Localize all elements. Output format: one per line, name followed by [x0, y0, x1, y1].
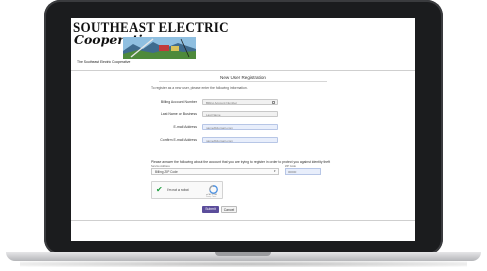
laptop-frame: SOUTHEAST ELECTRIC Cooperative The South… [44, 0, 443, 255]
chevron-down-icon: ▾ [274, 169, 276, 173]
laptop-screen: SOUTHEAST ELECTRIC Cooperative The South… [71, 18, 415, 241]
last-name-input[interactable]: Last Name [202, 111, 278, 117]
field-label-account-number: Billing Account Number [160, 100, 197, 104]
footer-divider [71, 220, 415, 221]
cooperative-logo: SOUTHEAST ELECTRIC Cooperative The South… [73, 20, 229, 68]
intro-text: To register as a new user, please enter … [151, 86, 248, 90]
field-label-email: E-mail Address [173, 125, 197, 129]
header-divider [71, 70, 415, 71]
account-number-input[interactable]: Billing Account Number [202, 99, 278, 105]
field-label-confirm-email: Confirm E-mail Address [160, 138, 197, 142]
cancel-button[interactable]: Cancel [221, 206, 237, 213]
recaptcha-label: I'm not a robot [167, 188, 189, 192]
recaptcha-links[interactable]: Privacy - Terms [206, 197, 216, 198]
info-icon[interactable] [272, 100, 275, 104]
landscape-illustration [123, 37, 196, 59]
laptop-base-notch [215, 252, 271, 256]
logo-tagline: The Southeast Electric Cooperative [77, 60, 131, 64]
field-label-last-name: Last Name or Business [160, 112, 197, 116]
laptop-shadow [20, 261, 467, 267]
recaptcha-logo-icon [209, 185, 218, 194]
email-input[interactable]: name@domain.com [202, 124, 278, 130]
page-title: New User Registration [220, 75, 266, 80]
checkmark-icon[interactable]: ✔ [156, 186, 164, 194]
submit-button[interactable]: Submit [202, 206, 219, 213]
confirm-email-input[interactable]: name@domain.com [202, 137, 278, 143]
verification-select[interactable]: Billing ZIP Code [151, 168, 279, 175]
recaptcha-widget[interactable]: ✔ I'm not a robot reCAPTCHA Privacy - Te… [151, 181, 223, 199]
zip-code-input[interactable]: 00000 [285, 168, 321, 175]
title-divider [159, 81, 327, 82]
identity-question: Please answer the following about the ac… [151, 160, 331, 164]
